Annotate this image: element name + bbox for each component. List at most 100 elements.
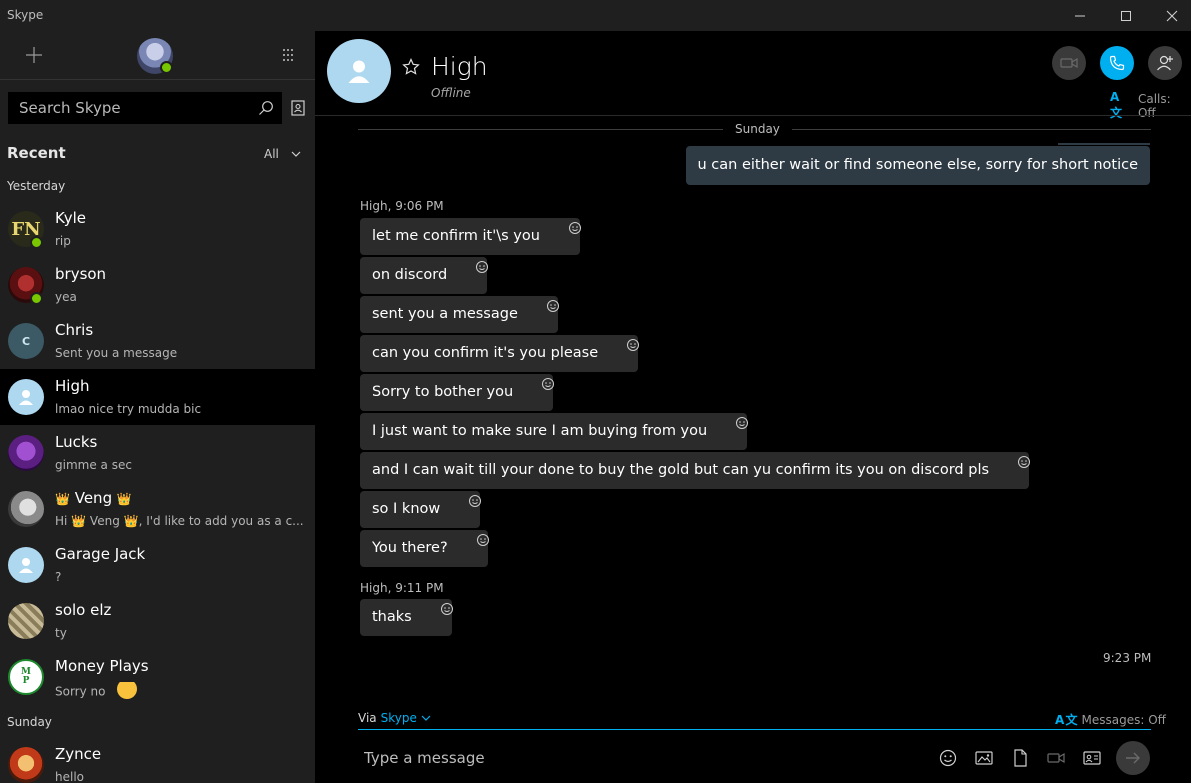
day-separator-label: Sunday xyxy=(723,122,792,136)
header-divider xyxy=(315,115,1191,116)
file-icon xyxy=(1014,749,1027,767)
default-user-icon xyxy=(19,390,33,405)
emoji-icon xyxy=(939,749,957,767)
contact-avatar[interactable] xyxy=(327,39,391,103)
chat-item-veng[interactable]: 👑 Veng 👑 Hi 👑 Veng 👑, I'd like to add yo… xyxy=(0,481,315,537)
close-icon xyxy=(1166,10,1178,21)
add-reaction-icon[interactable] xyxy=(541,377,555,391)
received-message[interactable]: let me confirm it'\s you xyxy=(360,218,582,255)
chat-item-zynce[interactable]: Zynce hello xyxy=(0,737,315,783)
via-label: Via xyxy=(358,711,377,725)
via-service-link[interactable]: Skype xyxy=(381,711,417,725)
plus-icon xyxy=(26,47,42,63)
default-user-icon xyxy=(348,60,370,83)
send-button[interactable] xyxy=(1116,741,1150,775)
chat-item-high[interactable]: High lmao nice try mudda bic xyxy=(0,369,315,425)
chevron-down-icon[interactable] xyxy=(290,149,302,159)
calls-translation-toggle[interactable]: A 文 Calls: Off xyxy=(1110,90,1191,121)
minimize-button[interactable] xyxy=(1057,0,1103,31)
video-message-button[interactable] xyxy=(1046,748,1066,768)
recent-heading: Recent xyxy=(7,144,66,162)
send-via-selector[interactable]: Via Skype xyxy=(358,711,431,725)
maximize-button[interactable] xyxy=(1103,0,1149,31)
add-reaction-icon[interactable] xyxy=(735,416,749,430)
audio-call-button[interactable] xyxy=(1100,46,1134,80)
chat-name: Money Plays xyxy=(55,657,149,675)
chat-name: Chris xyxy=(55,321,94,339)
message-meta: High, 9:11 PM xyxy=(360,581,444,595)
phone-icon xyxy=(1109,55,1125,71)
add-reaction-icon[interactable] xyxy=(568,221,582,235)
send-image-button[interactable] xyxy=(974,748,994,768)
video-call-button[interactable] xyxy=(1052,46,1086,80)
online-status-icon xyxy=(30,292,43,305)
avatar xyxy=(8,379,44,415)
emoji-button[interactable] xyxy=(938,748,958,768)
message-meta: High, 9:06 PM xyxy=(360,199,444,213)
search-box xyxy=(8,92,282,124)
add-reaction-icon[interactable] xyxy=(468,494,482,508)
received-message[interactable]: sent you a message xyxy=(360,296,560,333)
add-people-button[interactable] xyxy=(1148,46,1182,80)
online-status-icon xyxy=(160,61,173,74)
add-reaction-icon[interactable] xyxy=(440,602,454,616)
chat-name: High xyxy=(55,377,90,395)
chat-name: Zynce xyxy=(55,745,102,763)
sidebar: Recent All Yesterday FN Kyle rip bryson … xyxy=(0,31,315,783)
video-message-icon xyxy=(1047,752,1065,764)
received-message[interactable]: so I know xyxy=(360,491,482,528)
chevron-down-icon xyxy=(421,715,431,721)
crown-icon: 👑 xyxy=(55,492,70,506)
chat-item-kyle[interactable]: FN Kyle rip xyxy=(0,201,315,257)
star-icon[interactable] xyxy=(402,58,420,76)
close-button[interactable] xyxy=(1149,0,1191,31)
send-file-button[interactable] xyxy=(1010,748,1030,768)
add-reaction-icon[interactable] xyxy=(626,338,640,352)
add-reaction-icon[interactable] xyxy=(1017,455,1031,469)
chat-preview: hello xyxy=(55,770,84,783)
chat-preview: ? xyxy=(55,570,62,584)
chat-name: bryson xyxy=(55,265,107,283)
sent-message[interactable]: u can either wait or find someone else, … xyxy=(685,143,1150,185)
received-message[interactable]: and I can wait till your done to buy the… xyxy=(360,452,1031,489)
messages-translation-toggle[interactable]: A 文 Messages: Off xyxy=(1055,711,1166,728)
chat-item-lucks[interactable]: Lucks gimme a sec xyxy=(0,425,315,481)
search-input[interactable] xyxy=(8,92,252,124)
avatar xyxy=(8,747,44,783)
smile-emoji-icon xyxy=(117,682,138,699)
title-bar: Skype xyxy=(0,0,1191,31)
chat-preview: Hi 👑 Veng 👑, I'd like to add you as a c.… xyxy=(55,514,304,528)
chat-name: Kyle xyxy=(55,209,87,227)
search-icon[interactable] xyxy=(258,100,274,116)
avatar xyxy=(8,603,44,639)
received-message[interactable]: Sorry to bother you xyxy=(360,374,555,411)
chat-name: 👑 Veng 👑 xyxy=(55,489,132,507)
received-message[interactable]: can you confirm it's you please xyxy=(360,335,640,372)
add-reaction-icon[interactable] xyxy=(476,533,490,547)
received-message[interactable]: thaks xyxy=(360,599,454,636)
send-contact-button[interactable] xyxy=(1082,748,1102,768)
chat-item-solo-elz[interactable]: solo elz ty xyxy=(0,593,315,649)
avatar xyxy=(8,435,44,471)
video-camera-icon xyxy=(1060,57,1078,69)
received-message[interactable]: I just want to make sure I am buying fro… xyxy=(360,413,749,450)
avatar: MP xyxy=(8,659,44,695)
send-arrow-icon xyxy=(1126,752,1140,764)
chat-item-garage-jack[interactable]: Garage Jack ? xyxy=(0,537,315,593)
chat-name: solo elz xyxy=(55,601,112,619)
chat-item-bryson[interactable]: bryson yea xyxy=(0,257,315,313)
received-message[interactable]: You there? xyxy=(360,530,490,567)
new-chat-button[interactable] xyxy=(22,43,46,67)
recent-filter-label[interactable]: All xyxy=(264,147,279,161)
chat-item-money-plays[interactable]: MP Money Plays Sorry no xyxy=(0,649,315,705)
online-status-icon xyxy=(30,236,43,249)
received-message[interactable]: on discord xyxy=(360,257,489,294)
add-reaction-icon[interactable] xyxy=(475,260,489,274)
contacts-book-icon[interactable] xyxy=(290,100,306,116)
add-reaction-icon[interactable] xyxy=(546,299,560,313)
chat-item-chris[interactable]: C Chris Sent you a message xyxy=(0,313,315,369)
translate-icon: A 文 xyxy=(1055,713,1078,727)
message-input[interactable] xyxy=(358,741,918,775)
apps-grid-icon[interactable] xyxy=(280,47,296,63)
chat-preview: Sorry no xyxy=(55,682,305,702)
